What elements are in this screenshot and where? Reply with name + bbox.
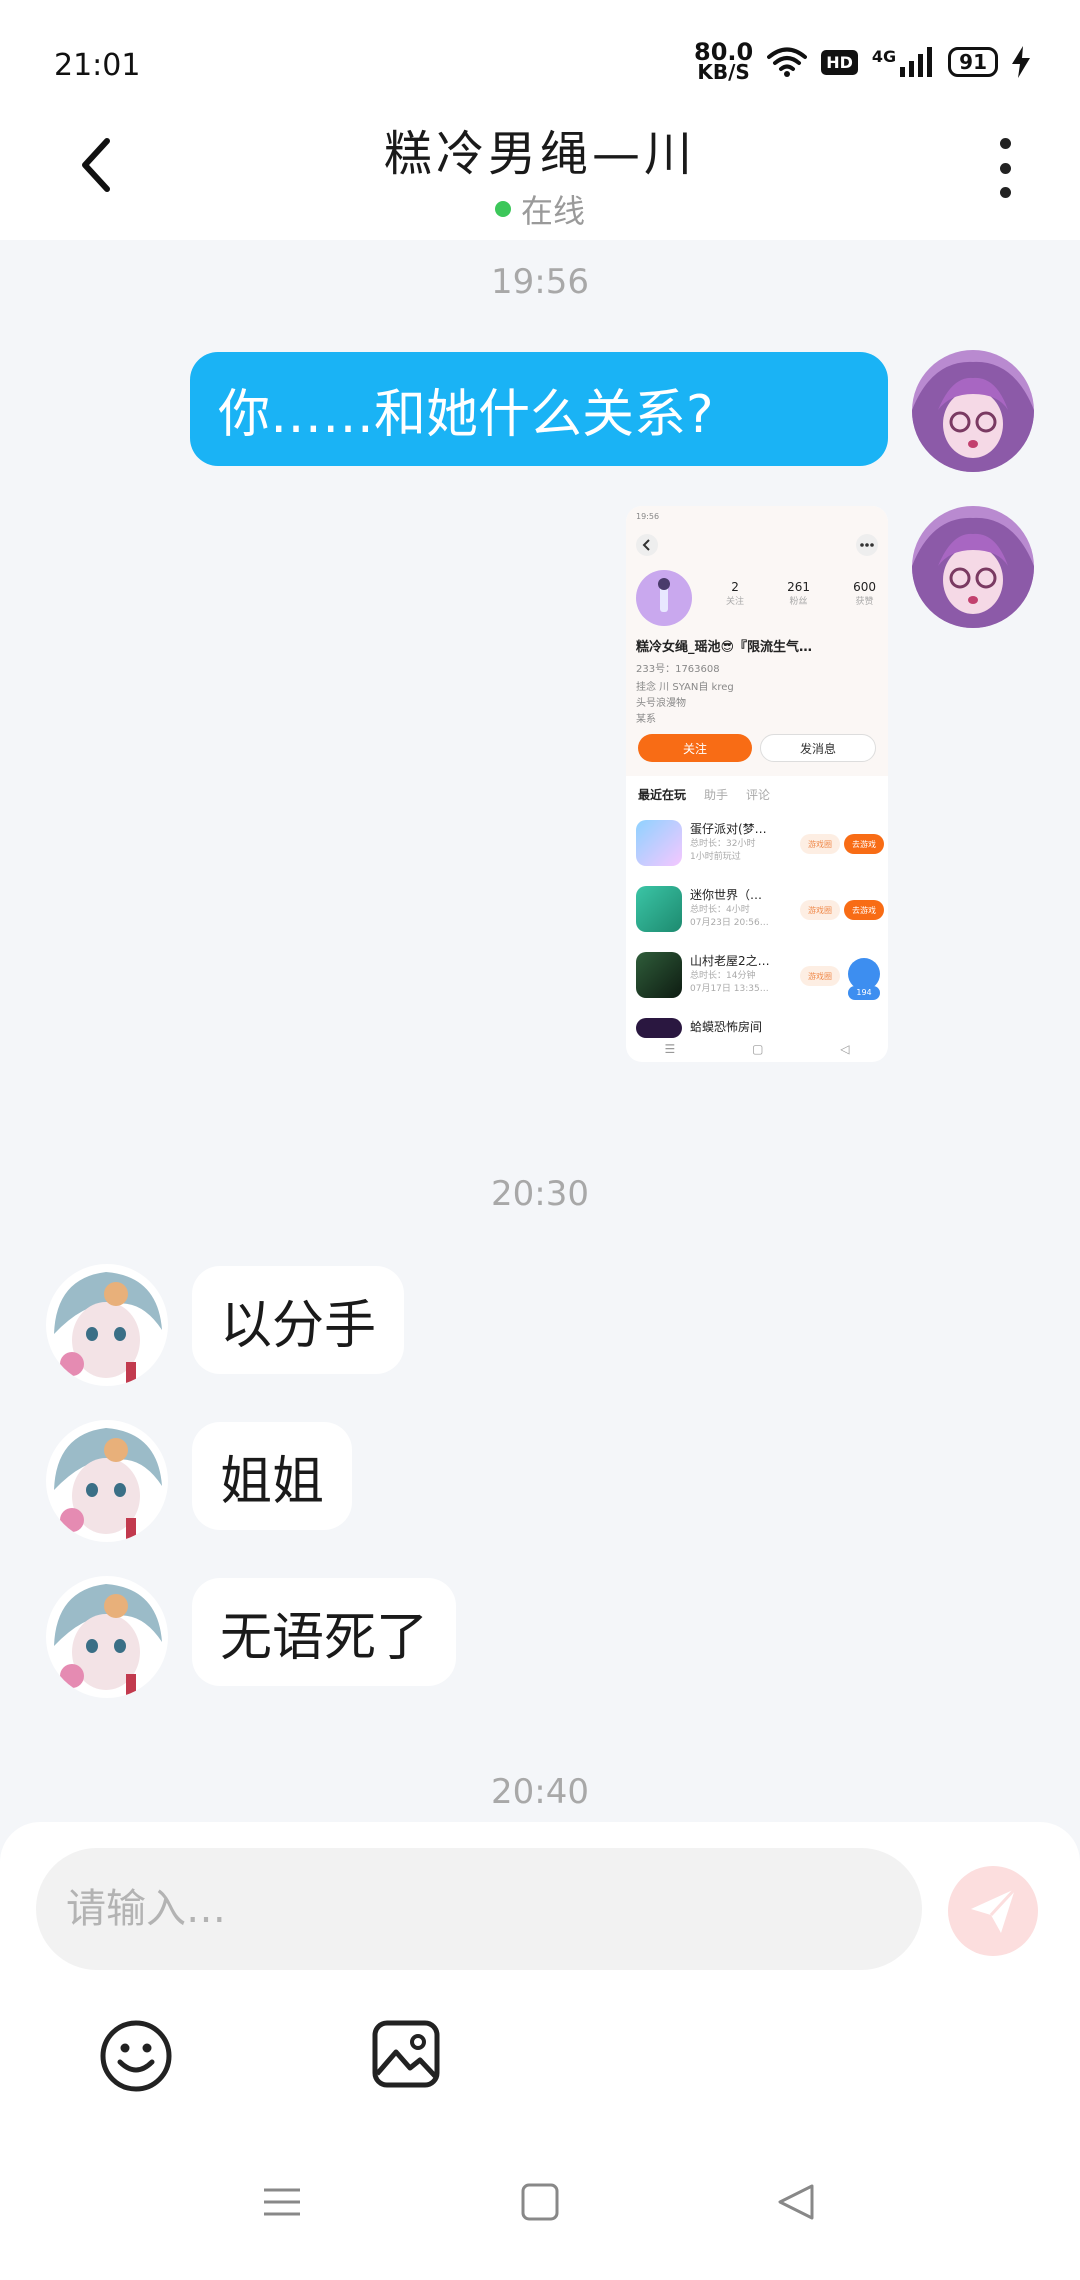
composer bbox=[0, 1822, 1080, 2280]
system-nav-bar bbox=[0, 2182, 1080, 2252]
screenshot-stat-value: 600 bbox=[853, 580, 876, 594]
screenshot-game-row: 蛋仔派对(梦… 总时长：32小时 1小时前玩过 游戏圈 去游戏 bbox=[636, 820, 884, 876]
assistant-badge-count: 194 bbox=[848, 986, 880, 1000]
game-name: 蛤蟆恐怖房间 bbox=[690, 1020, 763, 1034]
online-status: 在线 bbox=[0, 186, 1080, 232]
net-speed: 80.0 KB/S bbox=[694, 38, 754, 84]
image-icon bbox=[372, 2020, 440, 2088]
timestamp: 20:30 bbox=[491, 1174, 589, 1214]
online-status-text: 在线 bbox=[520, 192, 585, 230]
contact-avatar[interactable] bbox=[46, 1576, 168, 1698]
game-circle-button: 游戏圈 bbox=[800, 966, 840, 986]
screenshot-nav-bar: ☰ ▢ ◁ bbox=[626, 1042, 888, 1056]
hd-badge: HD bbox=[821, 49, 858, 75]
image-button[interactable] bbox=[370, 2018, 442, 2090]
screenshot-tab: 评论 bbox=[746, 788, 771, 802]
screenshot-status-time: 19:56 bbox=[636, 512, 660, 521]
game-icon bbox=[636, 820, 682, 866]
screenshot-stat: 600 获赞 bbox=[853, 580, 876, 607]
emoji-button[interactable] bbox=[98, 2018, 174, 2094]
screenshot-tabs: 最近在玩 助手 评论 bbox=[638, 786, 770, 803]
wifi-icon bbox=[767, 46, 808, 78]
screenshot-message-button: 发消息 bbox=[760, 734, 876, 762]
screenshot-stat-label: 关注 bbox=[726, 597, 745, 607]
screenshot-stat-label: 获赞 bbox=[855, 597, 874, 607]
game-play-button: 去游戏 bbox=[844, 900, 884, 920]
game-name: 蛋仔派对(梦… bbox=[690, 822, 767, 836]
timestamp: 20:40 bbox=[491, 1772, 589, 1812]
send-button[interactable] bbox=[948, 1866, 1038, 1956]
screenshot-tab: 助手 bbox=[704, 788, 729, 802]
chat-title: 糕冷男绳—川 bbox=[383, 126, 696, 182]
message-bubble-mine[interactable]: 你……和她什么关系? bbox=[190, 352, 888, 466]
network-type: 4G bbox=[871, 47, 897, 66]
message-bubble-theirs[interactable]: 无语死了 bbox=[192, 1578, 457, 1686]
game-name: 山村老屋2之… bbox=[690, 954, 770, 968]
screenshot-back-icon bbox=[636, 534, 658, 556]
status-icons: 80.0 KB/S HD 4G 91 bbox=[694, 38, 1030, 84]
emoji-icon bbox=[100, 2020, 172, 2092]
screenshot-game-row: 山村老屋2之… 总时长：14分钟 07月17日 13:35… 游戏圈 194 bbox=[636, 952, 880, 1008]
game-circle-button: 游戏圈 bbox=[800, 900, 840, 920]
nav-back-button[interactable] bbox=[776, 2182, 816, 2226]
contact-avatar[interactable] bbox=[46, 1264, 168, 1386]
screenshot-stat: 2 关注 bbox=[726, 580, 744, 607]
screenshot-stat: 261 粉丝 bbox=[787, 580, 810, 607]
more-button[interactable] bbox=[990, 138, 1020, 198]
contact-avatar[interactable] bbox=[46, 1420, 168, 1542]
charging-icon bbox=[1012, 46, 1030, 78]
signal-icon: 4G bbox=[872, 47, 934, 77]
screenshot-more-icon bbox=[856, 534, 878, 556]
top-bar: 21:01 80.0 KB/S HD 4G 91 糕冷男绳—川 在线 bbox=[0, 0, 1080, 240]
screenshot-stats: 2 关注 261 粉丝 600 获赞 bbox=[726, 580, 876, 607]
more-icon bbox=[999, 138, 1011, 149]
game-sub: 总时长：4小时 07月23日 20:56… bbox=[690, 905, 769, 928]
screenshot-bio-line: 头号浪漫物 bbox=[636, 698, 686, 709]
screenshot-home-icon: ▢ bbox=[752, 1042, 764, 1056]
online-dot-icon bbox=[494, 201, 511, 217]
battery-indicator: 91 bbox=[948, 47, 998, 77]
screenshot-id-line: 233号：1763608 bbox=[636, 664, 720, 675]
screenshot-menu-icon: ☰ bbox=[664, 1042, 676, 1056]
screenshot-follow-button: 关注 bbox=[638, 734, 752, 762]
screenshot-back-triangle-icon: ◁ bbox=[840, 1042, 850, 1056]
game-icon bbox=[636, 1018, 682, 1038]
screenshot-tab: 最近在玩 bbox=[638, 788, 687, 802]
home-icon bbox=[521, 2183, 559, 2221]
screenshot-game-row: 迷你世界（… 总时长：4小时 07月23日 20:56… 游戏圈 去游戏 bbox=[636, 886, 884, 942]
my-avatar[interactable] bbox=[912, 506, 1034, 628]
game-icon bbox=[636, 886, 682, 932]
screenshot-profile-name: 糕冷女绳_瑶池😎『限流生气… bbox=[636, 640, 813, 655]
timestamp: 19:56 bbox=[491, 262, 589, 302]
screenshot-stat-value: 2 bbox=[731, 580, 739, 594]
net-speed-unit: KB/S bbox=[697, 60, 750, 84]
screenshot-stat-value: 261 bbox=[787, 580, 810, 594]
nav-menu-button[interactable] bbox=[262, 2182, 302, 2226]
game-sub: 总时长：32小时 1小时前玩过 bbox=[690, 839, 756, 862]
game-name: 迷你世界（… bbox=[690, 888, 763, 902]
net-speed-value: 80.0 bbox=[694, 38, 754, 66]
message-input[interactable] bbox=[36, 1848, 922, 1970]
screenshot-stat-label: 粉丝 bbox=[789, 597, 808, 607]
screenshot-bio-line: 某系 bbox=[636, 714, 656, 725]
game-icon bbox=[636, 952, 682, 998]
status-time: 21:01 bbox=[54, 48, 141, 83]
message-bubble-theirs[interactable]: 姐姐 bbox=[192, 1422, 353, 1530]
screenshot-bio-line: 挂念 川 SYAN自 kreg bbox=[636, 682, 734, 693]
game-circle-button: 游戏圈 bbox=[800, 834, 840, 854]
send-icon bbox=[971, 1887, 1017, 1933]
my-avatar[interactable] bbox=[912, 350, 1034, 472]
back-triangle-icon bbox=[778, 2184, 814, 2220]
game-play-button: 去游戏 bbox=[844, 834, 884, 854]
game-sub: 总时长：14分钟 07月17日 13:35… bbox=[690, 971, 769, 994]
shared-screenshot[interactable]: 19:56 2 关注 261 粉丝 600 获赞 糕冷女绳_瑶池😎『限流生气… … bbox=[626, 506, 888, 1062]
message-bubble-theirs[interactable]: 以分手 bbox=[192, 1266, 405, 1374]
nav-home-button[interactable] bbox=[520, 2182, 560, 2226]
menu-icon bbox=[264, 2188, 300, 2216]
screenshot-profile-avatar bbox=[636, 570, 692, 626]
